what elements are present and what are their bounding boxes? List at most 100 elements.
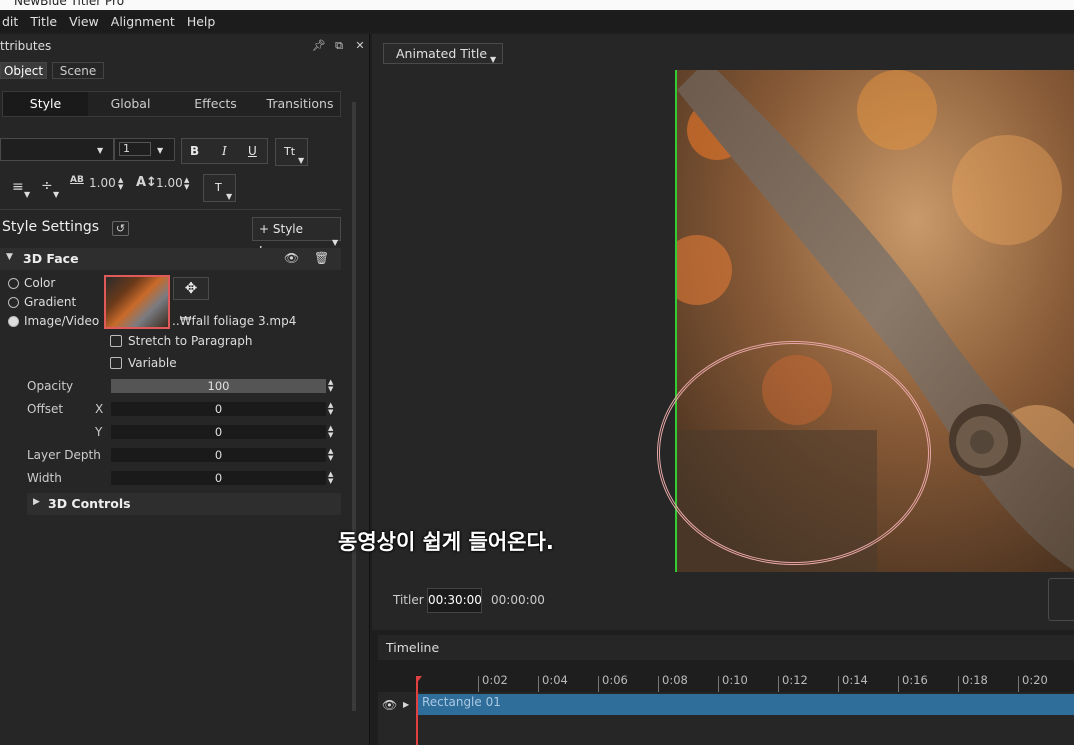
opacity-stepper[interactable]: ▲ ▼	[328, 379, 333, 393]
chevron-down-icon: ▼	[97, 146, 104, 155]
layer-depth-stepper[interactable]: ▲ ▼	[328, 448, 333, 462]
offset-x-stepper[interactable]: ▲ ▼	[328, 402, 333, 416]
track-visibility-eye-icon[interactable]: 👁︎	[382, 698, 397, 712]
chevron-down-icon: ▼	[24, 190, 31, 199]
leading-icon: A↕	[136, 175, 157, 190]
leading-value[interactable]: 1.00	[156, 176, 183, 190]
move-icon[interactable]: ✥	[173, 277, 209, 300]
layer-depth-field[interactable]: 0	[111, 448, 326, 462]
attributes-scrollbar[interactable]	[352, 102, 356, 711]
radio-image-video[interactable]	[8, 316, 19, 327]
subtab-effects[interactable]: Effects	[173, 92, 258, 116]
bold-button[interactable]: B	[190, 144, 199, 158]
font-family-select[interactable]: ▼	[0, 138, 114, 161]
ruler-tick-label: 0:16	[902, 673, 928, 687]
subtitle-caption: 동영상이 쉽게 들어온다.	[338, 530, 554, 554]
kerning-icon: AB	[70, 175, 84, 185]
offset-x-field[interactable]: 0	[111, 402, 326, 416]
ruler-tick-label: 0:18	[962, 673, 988, 687]
radio-color[interactable]	[8, 278, 19, 289]
current-time: 00:00:00	[491, 593, 545, 607]
float-window-icon[interactable]: ⧉	[332, 39, 346, 53]
trash-icon[interactable]: 🗑︎	[314, 251, 329, 265]
style-layer-button[interactable]: + Style Layer ▼	[252, 217, 341, 258]
playhead-marker[interactable]	[416, 676, 422, 684]
offset-y-field[interactable]: 0	[111, 425, 326, 439]
italic-button[interactable]: I	[222, 144, 227, 158]
width-field[interactable]: 0	[111, 471, 326, 485]
ruler-tick	[478, 676, 479, 692]
track-expand-arrow-icon[interactable]: ▶	[403, 700, 409, 709]
chevron-down-icon: ▼	[226, 192, 233, 201]
ruler-tick	[838, 676, 839, 692]
timeline-track-rectangle[interactable]	[418, 694, 1074, 715]
stretch-checkbox[interactable]	[110, 335, 122, 347]
playhead[interactable]	[416, 676, 418, 745]
section-3d-face-label: 3D Face	[23, 251, 79, 266]
underline-button[interactable]: U	[248, 144, 257, 158]
tab-scene[interactable]: Scene	[52, 62, 104, 79]
width-stepper[interactable]: ▲ ▼	[328, 471, 333, 485]
menu-help[interactable]: Help	[187, 14, 216, 29]
radio-color-label: Color	[24, 276, 56, 290]
media-thumbnail[interactable]	[104, 275, 170, 329]
menu-view[interactable]: View	[69, 14, 99, 29]
attributes-panel-header: ttributes 📌︎ ⧉ ✕	[0, 34, 370, 58]
style-settings-title: Style Settings	[2, 219, 100, 235]
text-type-button[interactable]: T ▼	[203, 174, 236, 202]
reset-icon[interactable]: ↺	[112, 221, 129, 236]
format-button-group: B I U	[181, 138, 268, 164]
ruler-tick-label: 0:04	[542, 673, 568, 687]
subtab-global[interactable]: Global	[88, 92, 173, 116]
collapse-arrow-icon: ▼	[6, 252, 13, 262]
ruler-tick	[898, 676, 899, 692]
duration-field[interactable]: 00:30:00	[427, 588, 482, 613]
menu-alignment[interactable]: Alignment	[111, 14, 175, 29]
section-3d-face[interactable]: ▼ 3D Face 👁︎ 🗑︎	[0, 248, 341, 270]
offset-label: Offset	[27, 402, 64, 416]
preset-dropdown[interactable]: Animated Title ▼	[383, 43, 503, 64]
media-file-name: ..₩fall foliage 3.mp4	[172, 314, 297, 328]
ruler-tick-label: 0:06	[602, 673, 628, 687]
vertical-align-icon[interactable]: ÷	[41, 178, 53, 194]
titler-label: Titler	[393, 593, 424, 607]
offset-y-stepper[interactable]: ▲ ▼	[328, 425, 333, 439]
font-size-value[interactable]: 1	[119, 142, 151, 156]
ruler-tick-label: 0:08	[662, 673, 688, 687]
opacity-field[interactable]: 100	[111, 379, 326, 393]
ruler-tick-label: 0:12	[782, 673, 808, 687]
menu-title[interactable]: Title	[30, 14, 57, 29]
section-3d-controls[interactable]: ▶ 3D Controls	[27, 493, 341, 515]
radio-gradient[interactable]	[8, 297, 19, 308]
menu-bar: dit Title View Alignment Help	[0, 10, 1074, 32]
ruler-tick-label: 0:10	[722, 673, 748, 687]
ruler-tick	[778, 676, 779, 692]
ruler-tick-label: 0:02	[482, 673, 508, 687]
menu-edit[interactable]: dit	[2, 14, 18, 29]
ruler-tick-label: 0:20	[1022, 673, 1048, 687]
kerning-value[interactable]: 1.00	[89, 176, 116, 190]
offset-x-label: X	[95, 402, 104, 416]
window-titlebar: NewBlue Titler Pro	[0, 0, 1074, 10]
leading-stepper[interactable]: ▲ ▼	[184, 177, 189, 191]
kerning-stepper[interactable]: ▲ ▼	[118, 177, 123, 191]
variable-checkbox[interactable]	[110, 357, 122, 369]
close-icon[interactable]: ✕	[353, 39, 367, 52]
subtab-style[interactable]: Style	[3, 92, 88, 116]
expand-arrow-icon: ▶	[33, 497, 40, 507]
tab-object[interactable]: Object	[0, 62, 47, 79]
subtab-transitions[interactable]: Transitions	[258, 92, 342, 116]
offset-y-label: Y	[95, 425, 103, 439]
font-size-select[interactable]: 1 ▼	[114, 138, 175, 161]
preview-side-button[interactable]	[1048, 578, 1074, 621]
text-case-button[interactable]: Tt ▼	[275, 138, 308, 166]
selection-ellipse[interactable]	[657, 341, 931, 565]
width-label: Width	[27, 471, 62, 485]
align-left-icon[interactable]: ≡	[12, 179, 24, 195]
pin-icon[interactable]: 📌︎	[312, 39, 326, 52]
opacity-label: Opacity	[27, 379, 74, 393]
eye-icon[interactable]: 👁︎	[284, 251, 299, 265]
ruler-tick	[598, 676, 599, 692]
variable-label: Variable	[128, 356, 177, 370]
ruler-tick	[538, 676, 539, 692]
